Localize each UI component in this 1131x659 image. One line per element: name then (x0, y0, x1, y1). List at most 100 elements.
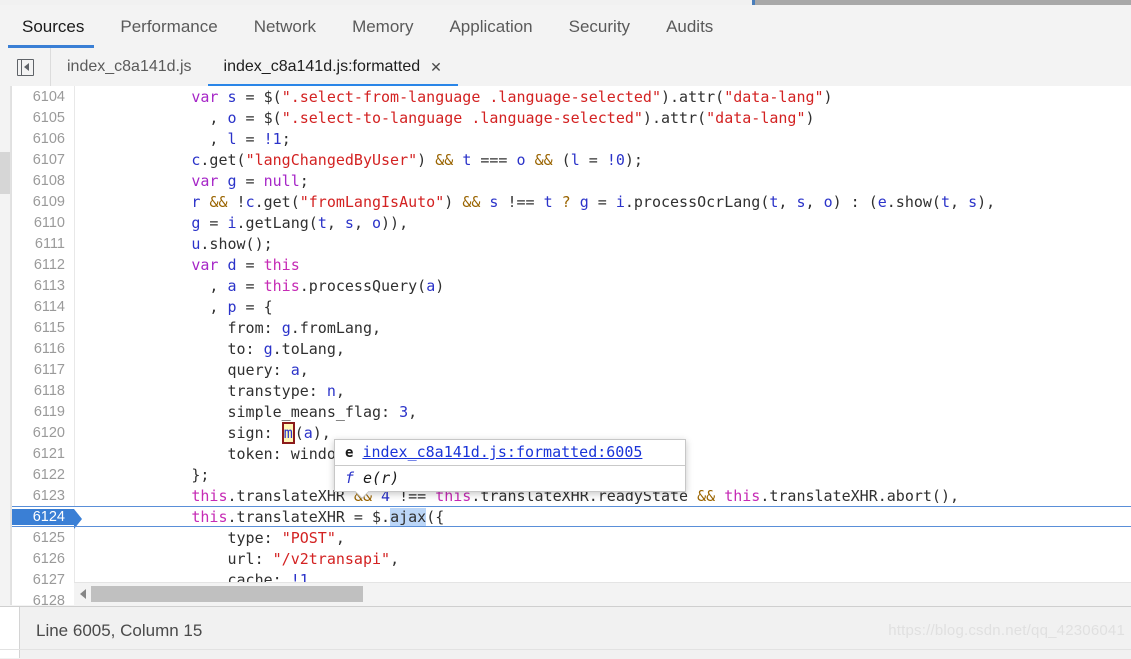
code-line[interactable]: 6115 from: g.fromLang, (12, 317, 1131, 338)
code-line[interactable]: 6106 , l = !1; (12, 128, 1131, 149)
code-text[interactable]: r && !c.get("fromLangIsAuto") && s !== t… (74, 193, 995, 211)
line-number[interactable]: 6119 (12, 404, 74, 420)
line-number[interactable]: 6111 (12, 236, 74, 252)
line-number[interactable]: 6122 (12, 467, 74, 483)
file-tab-index-js-formatted-label: index_c8a141d.js:formatted (223, 58, 421, 75)
code-text[interactable]: }; (74, 466, 209, 484)
code-token: , (408, 402, 418, 421)
line-number[interactable]: 6113 (12, 278, 74, 294)
file-tab-index-js-formatted[interactable]: index_c8a141d.js:formatted ✕ (207, 48, 459, 87)
code-line[interactable]: 6118 transtype: n, (12, 380, 1131, 401)
code-line[interactable]: 6110 g = i.getLang(t, s, o)), (12, 212, 1131, 233)
selected-token: ajax (390, 507, 427, 526)
code-line[interactable]: 6108 var g = null; (12, 170, 1131, 191)
tab-performance[interactable]: Performance (102, 5, 235, 48)
line-number[interactable]: 6112 (12, 257, 74, 273)
code-line[interactable]: 6107 c.get("langChangedByUser") && t ===… (12, 149, 1131, 170)
code-line[interactable]: 6116 to: g.toLang, (12, 338, 1131, 359)
code-text[interactable]: var g = null; (74, 171, 308, 190)
code-text[interactable]: var s = $(".select-from-language .langua… (74, 87, 832, 106)
code-text[interactable]: , p = { (74, 297, 272, 316)
line-number[interactable]: 6117 (12, 362, 74, 378)
code-text[interactable]: url: "/v2transapi", (74, 550, 399, 568)
editor-vertical-scrollbar[interactable] (0, 86, 11, 605)
popover-source-link[interactable]: index_c8a141d.js:formatted:6005 (362, 443, 642, 461)
code-text[interactable]: c.get("langChangedByUser") && t === o &&… (74, 151, 643, 169)
code-text[interactable]: this.translateXHR = $.ajax({ (74, 507, 444, 526)
line-number[interactable]: 6125 (12, 530, 74, 546)
editor-horizontal-scrollbar-thumb[interactable] (91, 586, 363, 602)
code-token: ; (281, 129, 291, 148)
code-token: ).attr( (660, 87, 725, 106)
line-number[interactable]: 6104 (12, 89, 74, 105)
line-number[interactable]: 6106 (12, 131, 74, 147)
scroll-left-arrow-icon[interactable] (74, 589, 91, 599)
code-token: o (227, 108, 237, 127)
code-text[interactable]: , l = !1; (74, 129, 291, 148)
tab-audits-label: Audits (666, 16, 714, 36)
tab-network[interactable]: Network (236, 5, 334, 48)
line-number[interactable]: 6114 (12, 299, 74, 315)
show-navigator-button[interactable] (0, 48, 51, 86)
line-number[interactable]: 6120 (12, 425, 74, 441)
code-line[interactable]: 6113 , a = this.processQuery(a) (12, 275, 1131, 296)
tab-audits[interactable]: Audits (648, 5, 731, 48)
line-number[interactable]: 6115 (12, 320, 74, 336)
line-number[interactable]: 6123 (12, 488, 74, 504)
code-text[interactable]: var d = this (74, 256, 299, 274)
code-line[interactable]: 6117 query: a, (12, 359, 1131, 380)
tab-memory[interactable]: Memory (334, 5, 431, 48)
code-token: var (191, 171, 219, 190)
code-line[interactable]: 6105 , o = $(".select-to-language .langu… (12, 107, 1131, 128)
line-number[interactable]: 6110 (12, 215, 74, 231)
line-number[interactable]: 6118 (12, 383, 74, 399)
line-number[interactable]: 6126 (12, 551, 74, 567)
code-line[interactable]: 6125 type: "POST", (12, 527, 1131, 548)
editor-vertical-scrollbar-thumb[interactable] (0, 152, 10, 194)
tab-application-label: Application (449, 16, 533, 36)
code-text[interactable]: u.show(); (74, 235, 272, 253)
object-value-popover[interactable]: e index_c8a141d.js:formatted:6005 f e(r) (334, 439, 686, 492)
line-number[interactable]: 6128 (12, 593, 74, 606)
tab-sources[interactable]: Sources (0, 5, 102, 48)
code-text[interactable]: to: g.toLang, (74, 340, 344, 358)
code-text[interactable]: , a = this.processQuery(a) (74, 277, 444, 295)
code-token: this (724, 486, 761, 505)
code-text[interactable]: g = i.getLang(t, s, o)), (74, 214, 408, 232)
line-number[interactable]: 6108 (12, 173, 74, 189)
tab-application[interactable]: Application (431, 5, 550, 48)
source-code-editor[interactable]: 6104 var s = $(".select-from-language .l… (11, 86, 1131, 605)
code-text[interactable]: transtype: n, (74, 382, 344, 400)
line-number[interactable]: 6105 (12, 110, 74, 126)
code-line-current[interactable]: 6124 this.translateXHR = $.ajax({ (12, 506, 1131, 529)
code-token: p (227, 297, 237, 316)
status-bar-divider (0, 649, 1131, 650)
code-line[interactable]: 6119 simple_means_flag: 3, (12, 401, 1131, 422)
code-text[interactable]: sign: m (a), (74, 421, 331, 444)
code-text[interactable]: simple_means_flag: 3, (74, 403, 417, 421)
line-number[interactable]: 6121 (12, 446, 74, 462)
file-tab-index-js[interactable]: index_c8a141d.js (51, 48, 208, 86)
line-number[interactable]: 6109 (12, 194, 74, 210)
line-number[interactable]: 6107 (12, 152, 74, 168)
code-line[interactable]: 6126 url: "/v2transapi", (12, 548, 1131, 569)
code-text[interactable]: , o = $(".select-to-language .language-s… (74, 108, 814, 127)
code-line[interactable]: 6114 , p = { (12, 296, 1131, 317)
code-text[interactable]: query: a, (74, 361, 308, 379)
line-number[interactable]: 6116 (12, 341, 74, 357)
line-number[interactable]: 6124 (12, 508, 82, 529)
code-line[interactable]: 6104 var s = $(".select-from-language .l… (12, 86, 1131, 107)
line-number[interactable]: 6127 (12, 572, 74, 588)
code-line[interactable]: 6111 u.show(); (12, 233, 1131, 254)
code-text[interactable]: type: "POST", (74, 529, 344, 547)
code-line[interactable]: 6109 r && !c.get("fromLangIsAuto") && s … (12, 191, 1131, 212)
editor-horizontal-scrollbar[interactable] (74, 582, 1131, 605)
code-line[interactable]: 6112 var d = this (12, 254, 1131, 275)
file-tab-index-js-label: index_c8a141d.js (67, 58, 192, 75)
close-icon[interactable]: ✕ (430, 60, 442, 74)
tab-security[interactable]: Security (551, 5, 648, 48)
code-text[interactable]: from: g.fromLang, (74, 319, 381, 337)
popover-link-row[interactable]: e index_c8a141d.js:formatted:6005 (335, 440, 685, 466)
code-token: === (471, 150, 517, 169)
